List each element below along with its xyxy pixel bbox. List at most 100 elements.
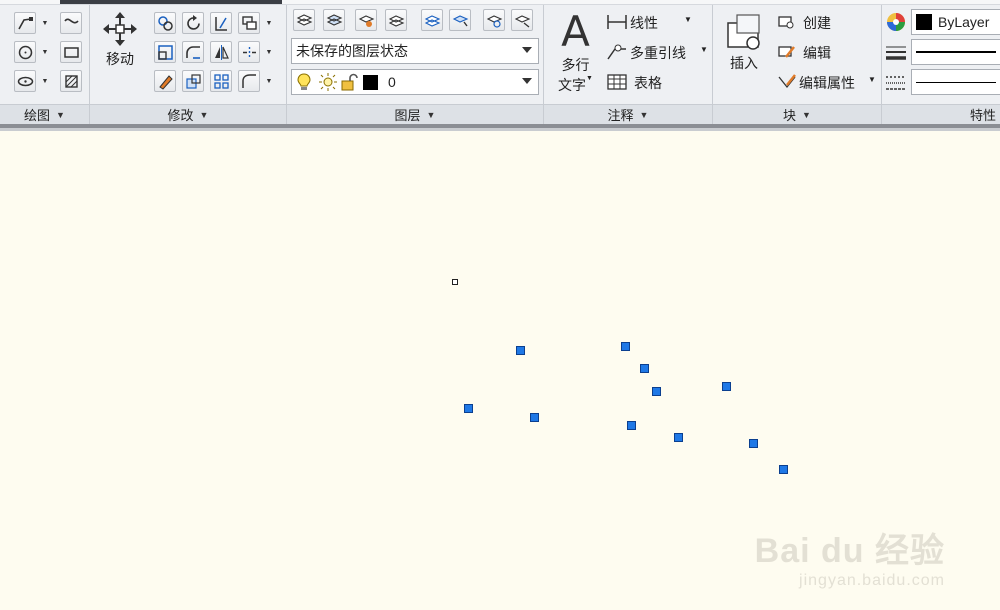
layer-previous-icon[interactable] (385, 9, 407, 31)
array-dropdown-arrow[interactable]: ▼ (264, 12, 274, 34)
panel-properties: ByLayer 特性 (882, 5, 1000, 124)
pickbox-cursor (452, 279, 458, 285)
lineweight-preview (916, 51, 996, 53)
panel-modify: 移动 ▼ ▼ ▼ 修改 ▼ (90, 5, 287, 124)
grip-point[interactable] (516, 346, 525, 355)
layer-state-icon[interactable] (323, 9, 345, 31)
panel-title-text: 绘图 (24, 108, 51, 123)
table-button[interactable]: 表格 (606, 71, 686, 93)
move-icon (103, 12, 137, 46)
panel-title-draw[interactable]: 绘图 ▼ (0, 104, 89, 124)
lineweight-combo[interactable] (911, 39, 1000, 65)
grip-point[interactable] (464, 404, 473, 413)
panel-draw: ▼ ▼ ▼ 绘图 ▼ (0, 5, 90, 124)
drawing-canvas[interactable]: Bai du 经验 jingyan.baidu.com (0, 131, 1000, 610)
layer-off-icon[interactable] (511, 9, 533, 31)
array-icon[interactable] (238, 12, 260, 34)
grip-point[interactable] (621, 342, 630, 351)
multileader-button[interactable]: 多重引线 ▼ (606, 41, 710, 63)
linetype-combo[interactable] (911, 69, 1000, 95)
grip-point[interactable] (530, 413, 539, 422)
grip-point[interactable] (779, 465, 788, 474)
panel-title-text: 图层 (394, 108, 421, 123)
color-wheel-icon[interactable] (885, 11, 907, 33)
polyline-icon[interactable] (14, 12, 36, 34)
grid-array-icon[interactable] (210, 70, 232, 92)
spline-icon[interactable] (60, 12, 82, 34)
mtext-label-text: 文字 (558, 77, 586, 93)
panel-expand-arrow: ▼ (56, 109, 65, 120)
insert-block-icon (727, 14, 760, 50)
rotate-icon[interactable] (182, 12, 204, 34)
light-bulb-icon (297, 73, 311, 90)
multileader-label: 多重引线 (630, 45, 686, 61)
panel-title-annotation[interactable]: 注释 ▼ (544, 104, 712, 124)
grip-point[interactable] (640, 364, 649, 373)
panel-title-modify[interactable]: 修改 ▼ (90, 104, 286, 124)
multileader-icon (607, 44, 626, 60)
layer-combo[interactable]: 0 (291, 69, 539, 95)
chamfer-dropdown-arrow[interactable]: ▼ (264, 70, 274, 92)
mtext-label-line2: 文字▼ (558, 75, 593, 95)
circle-dropdown-arrow[interactable]: ▼ (40, 41, 50, 63)
create-label: 创建 (803, 15, 831, 31)
lineweight-icon[interactable] (885, 44, 907, 62)
layer-isolate-icon[interactable] (421, 9, 443, 31)
mtext-dropdown-arrow: ▼ (586, 75, 593, 82)
scale-icon[interactable] (182, 70, 204, 92)
linear-dimension-button[interactable]: 线性 ▼ (606, 11, 706, 33)
panel-title-layers[interactable]: 图层 ▼ (287, 104, 543, 124)
grip-point[interactable] (749, 439, 758, 448)
mirror-icon[interactable] (210, 41, 232, 63)
stretch-icon[interactable] (154, 41, 176, 63)
linetype-icon[interactable] (885, 74, 907, 92)
copy-icon[interactable] (154, 12, 176, 34)
insert-block-button[interactable]: 插入 (723, 11, 765, 73)
panel-title-text: 特性 (969, 108, 996, 123)
explode-dropdown-arrow[interactable]: ▼ (264, 41, 274, 63)
edit-attributes-icon (778, 74, 796, 89)
ribbon: ▼ ▼ ▼ 绘图 ▼ 移动 ▼ ▼ ▼ 修改 ▼ 未保存的图层状态 0 图层 ▼… (0, 0, 1000, 124)
linetype-preview (916, 81, 996, 83)
layer-state-combo[interactable]: 未保存的图层状态 (291, 38, 539, 64)
mtext-button[interactable]: A 多行 文字▼ (558, 9, 593, 95)
edit-attributes-button[interactable]: 编辑属性 ▼ (777, 71, 877, 93)
color-combo[interactable]: ByLayer (911, 9, 1000, 35)
ellipse-icon[interactable] (14, 70, 36, 92)
move-label: 移动 (106, 51, 134, 67)
explode-icon[interactable] (238, 41, 260, 63)
panel-title-properties[interactable]: 特性 (882, 104, 1000, 124)
ellipse-dropdown-arrow[interactable]: ▼ (40, 70, 50, 92)
layer-freeze-icon[interactable] (483, 9, 505, 31)
grip-point[interactable] (722, 382, 731, 391)
panel-title-block[interactable]: 块 ▼ (713, 104, 881, 124)
layer-properties-icon[interactable] (293, 9, 315, 31)
insert-label: 插入 (730, 55, 758, 71)
erase-icon[interactable] (154, 70, 176, 92)
grip-point[interactable] (652, 387, 661, 396)
color-swatch (916, 14, 932, 30)
layer-match-icon[interactable] (355, 9, 377, 31)
edit-block-button[interactable]: 编辑 (777, 41, 857, 63)
hatch-icon[interactable] (60, 70, 82, 92)
move-button[interactable]: 移动 (102, 11, 138, 69)
linear-dimension-icon (607, 15, 627, 29)
edit-label: 编辑 (803, 45, 831, 61)
circle-icon[interactable] (14, 41, 36, 63)
draw-dropdown-arrow[interactable]: ▼ (40, 12, 50, 34)
panel-expand-arrow: ▼ (802, 109, 811, 120)
panel-layers: 未保存的图层状态 0 图层 ▼ (287, 5, 544, 124)
chamfer-icon[interactable] (238, 70, 260, 92)
fillet-icon[interactable] (182, 41, 204, 63)
trim-icon[interactable] (210, 12, 232, 34)
panel-expand-arrow: ▼ (199, 109, 209, 120)
grip-point[interactable] (627, 421, 636, 430)
layer-unisolate-icon[interactable] (449, 9, 471, 31)
create-block-icon (778, 16, 794, 29)
current-layer-name: 0 (388, 74, 396, 90)
watermark: Bai du 经验 jingyan.baidu.com (755, 523, 945, 590)
linear-dropdown-arrow: ▼ (684, 15, 692, 24)
grip-point[interactable] (674, 433, 683, 442)
rectangle-icon[interactable] (60, 41, 82, 63)
create-block-button[interactable]: 创建 (777, 11, 857, 33)
